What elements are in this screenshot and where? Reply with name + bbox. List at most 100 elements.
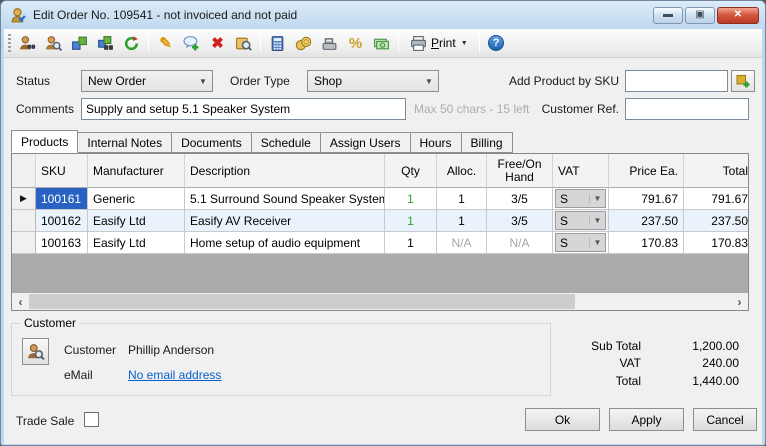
cell-vat: S▼	[553, 188, 609, 210]
delete-button[interactable]: ✖	[206, 32, 229, 55]
cell-description[interactable]: 5.1 Surround Sound Speaker System	[185, 188, 385, 210]
customer-ref-input[interactable]	[625, 98, 749, 120]
cell-qty[interactable]: 1	[385, 232, 437, 254]
cell-total[interactable]: 170.83	[684, 232, 748, 254]
products-cubes-icon	[71, 35, 88, 52]
cell-description[interactable]: Easify AV Receiver	[185, 210, 385, 232]
cell-free-on-hand[interactable]: 3/5	[487, 188, 553, 210]
column-header-price-ea[interactable]: Price Ea.	[609, 154, 684, 188]
cell-sku[interactable]: 100162	[36, 210, 88, 232]
customer-lookup-button[interactable]	[22, 338, 49, 365]
scroll-right-icon[interactable]: ›	[731, 293, 748, 310]
status-combobox[interactable]: New Order ▼	[81, 70, 213, 92]
money-button[interactable]	[370, 32, 393, 55]
cell-sku[interactable]: 100163	[36, 232, 88, 254]
cell-alloc[interactable]: 1	[437, 188, 487, 210]
cell-qty[interactable]: 1	[385, 210, 437, 232]
cell-free-on-hand[interactable]: 3/5	[487, 210, 553, 232]
cell-manufacturer[interactable]: Easify Ltd	[88, 210, 185, 232]
cell-price-ea[interactable]: 237.50	[609, 210, 684, 232]
comments-label: Comments	[16, 102, 74, 116]
cell-total[interactable]: 237.50	[684, 210, 748, 232]
cell-total[interactable]: 791.67	[684, 188, 748, 210]
calculator-button[interactable]	[266, 32, 289, 55]
add-comment-icon	[183, 35, 200, 52]
horizontal-scrollbar[interactable]: ‹ ›	[12, 293, 748, 310]
cell-price-ea[interactable]: 170.83	[609, 232, 684, 254]
toolbar-grip	[8, 34, 11, 52]
edit-button[interactable]: ✎	[154, 32, 177, 55]
column-header-vat[interactable]: VAT	[553, 154, 609, 188]
customer-lookup-icon	[27, 343, 45, 361]
products-button[interactable]	[68, 32, 91, 55]
help-icon: ?	[488, 35, 504, 51]
maximize-button[interactable]: ▣	[685, 7, 715, 24]
till-button[interactable]	[318, 32, 341, 55]
cell-free-on-hand[interactable]: N/A	[487, 232, 553, 254]
customer-details-button[interactable]	[42, 32, 65, 55]
cell-qty[interactable]: 1	[385, 188, 437, 210]
cell-manufacturer[interactable]: Generic	[88, 188, 185, 210]
toolbar-separator	[479, 33, 480, 53]
cash-register-icon	[321, 35, 338, 52]
find-customer-button[interactable]	[16, 32, 39, 55]
add-sku-button[interactable]	[731, 70, 755, 92]
customer-email-link[interactable]: No email address	[128, 368, 221, 382]
discount-button[interactable]: %	[344, 32, 367, 55]
column-header-free-on-hand[interactable]: Free/On Hand	[487, 154, 553, 188]
order-type-combobox[interactable]: Shop ▼	[307, 70, 439, 92]
row-selector[interactable]	[12, 210, 36, 232]
column-header-alloc[interactable]: Alloc.	[437, 154, 487, 188]
close-button[interactable]: ✕	[717, 7, 759, 24]
order-type-value: Shop	[314, 74, 420, 88]
cell-price-ea[interactable]: 791.67	[609, 188, 684, 210]
vat-combobox[interactable]: S▼	[555, 233, 606, 252]
tab-schedule[interactable]: Schedule	[252, 132, 321, 153]
cell-alloc[interactable]: N/A	[437, 232, 487, 254]
scrollbar-thumb[interactable]	[29, 294, 575, 309]
cell-alloc[interactable]: 1	[437, 210, 487, 232]
scroll-left-icon[interactable]: ‹	[12, 293, 29, 310]
tab-documents[interactable]: Documents	[172, 132, 252, 153]
refresh-button[interactable]	[120, 32, 143, 55]
column-header-description[interactable]: Description	[185, 154, 385, 188]
grid-header-row: SKU Manufacturer Description Qty Alloc. …	[12, 154, 748, 188]
row-selector[interactable]	[12, 232, 36, 254]
print-button[interactable]: Print ▼	[404, 32, 474, 55]
vat-combobox[interactable]: S▼	[555, 189, 606, 208]
cell-sku[interactable]: 100161	[36, 188, 88, 210]
find-document-button[interactable]	[232, 32, 255, 55]
add-note-button[interactable]	[180, 32, 203, 55]
tab-hours[interactable]: Hours	[411, 132, 462, 153]
comments-input[interactable]	[81, 98, 406, 120]
add-product-cube-icon	[735, 73, 751, 89]
row-selector-header	[12, 154, 36, 188]
column-header-total[interactable]: Total	[684, 154, 748, 188]
customer-group: Customer Customer Phillip Anderson eMail…	[11, 323, 551, 396]
payments-button[interactable]	[292, 32, 315, 55]
tab-assign-users[interactable]: Assign Users	[321, 132, 411, 153]
find-product-button[interactable]	[94, 32, 117, 55]
cell-manufacturer[interactable]: Easify Ltd	[88, 232, 185, 254]
tab-billing[interactable]: Billing	[462, 132, 513, 153]
cell-description[interactable]: Home setup of audio equipment	[185, 232, 385, 254]
customer-group-label: Customer	[20, 316, 80, 330]
help-button[interactable]: ?	[485, 32, 508, 55]
minimize-button[interactable]: ▬	[653, 7, 683, 24]
ok-button[interactable]: Ok	[525, 408, 600, 431]
vat-combobox[interactable]: S▼	[555, 211, 606, 230]
column-header-manufacturer[interactable]: Manufacturer	[88, 154, 185, 188]
add-product-by-sku-input[interactable]	[625, 70, 728, 92]
table-row: ▶ 100161 Generic 5.1 Surround Sound Spea…	[12, 188, 748, 210]
apply-button[interactable]: Apply	[609, 408, 684, 431]
cell-vat: S▼	[553, 210, 609, 232]
column-header-qty[interactable]: Qty	[385, 154, 437, 188]
trade-sale-checkbox[interactable]	[84, 412, 99, 427]
tab-internal-notes[interactable]: Internal Notes	[78, 132, 172, 153]
row-selector[interactable]: ▶	[12, 188, 36, 210]
toolbar-separator	[148, 33, 149, 53]
order-window-icon	[10, 7, 27, 24]
column-header-sku[interactable]: SKU	[36, 154, 88, 188]
tab-products[interactable]: Products	[11, 130, 78, 153]
cancel-button[interactable]: Cancel	[693, 408, 757, 431]
